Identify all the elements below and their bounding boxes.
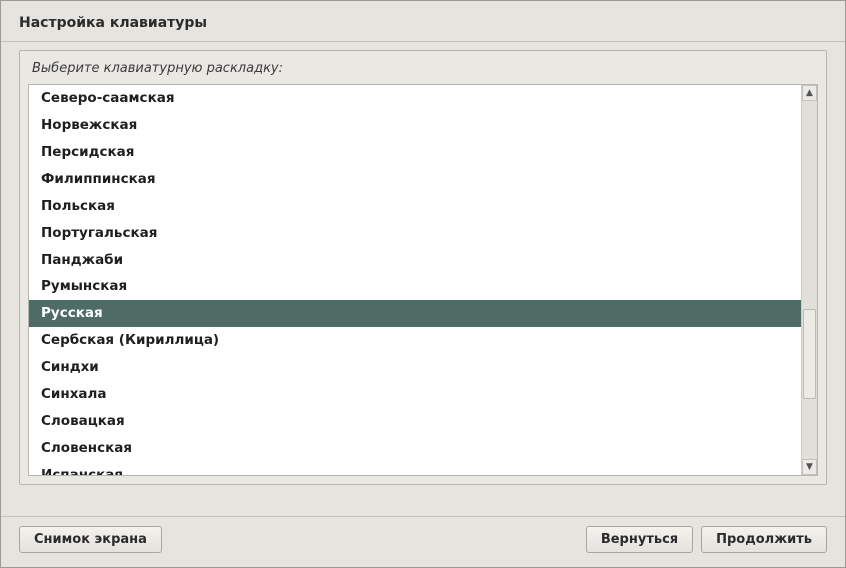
back-button[interactable]: Вернуться — [586, 526, 693, 553]
divider — [1, 516, 845, 517]
divider — [1, 41, 845, 42]
layout-option[interactable]: Филиппинская — [29, 166, 801, 193]
layout-listbox[interactable]: Северо-саамскаяНорвежскаяПерсидскаяФилип… — [29, 85, 801, 475]
scrollbar-thumb[interactable] — [803, 309, 816, 399]
scrollbar[interactable]: ▲ ▼ — [801, 85, 817, 475]
continue-button[interactable]: Продолжить — [701, 526, 827, 553]
window-title: Настройка клавиатуры — [1, 1, 845, 37]
layout-option[interactable]: Словацкая — [29, 408, 801, 435]
layout-option[interactable]: Персидская — [29, 139, 801, 166]
scrollbar-track[interactable] — [802, 101, 817, 459]
layout-option[interactable]: Синхала — [29, 381, 801, 408]
layout-list-container: Северо-саамскаяНорвежскаяПерсидскаяФилип… — [28, 84, 818, 476]
layout-option[interactable]: Северо-саамская — [29, 85, 801, 112]
layout-option[interactable]: Испанская — [29, 462, 801, 475]
layout-option[interactable]: Синдхи — [29, 354, 801, 381]
layout-option[interactable]: Русская — [29, 300, 801, 327]
scroll-up-button[interactable]: ▲ — [802, 85, 817, 101]
layout-option[interactable]: Панджаби — [29, 247, 801, 274]
prompt-label: Выберите клавиатурную раскладку: — [28, 59, 818, 84]
layout-option[interactable]: Португальская — [29, 220, 801, 247]
layout-option[interactable]: Польская — [29, 193, 801, 220]
screenshot-button[interactable]: Снимок экрана — [19, 526, 162, 553]
scroll-down-button[interactable]: ▼ — [802, 459, 817, 475]
layout-option[interactable]: Сербская (Кириллица) — [29, 327, 801, 354]
layout-option[interactable]: Словенская — [29, 435, 801, 462]
layout-option[interactable]: Норвежская — [29, 112, 801, 139]
layout-option[interactable]: Румынская — [29, 273, 801, 300]
chevron-up-icon: ▲ — [806, 88, 813, 98]
keyboard-config-window: Настройка клавиатуры Выберите клавиатурн… — [0, 0, 846, 568]
footer: Снимок экрана Вернуться Продолжить — [1, 516, 845, 567]
layout-panel: Выберите клавиатурную раскладку: Северо-… — [19, 50, 827, 485]
chevron-down-icon: ▼ — [806, 462, 813, 472]
